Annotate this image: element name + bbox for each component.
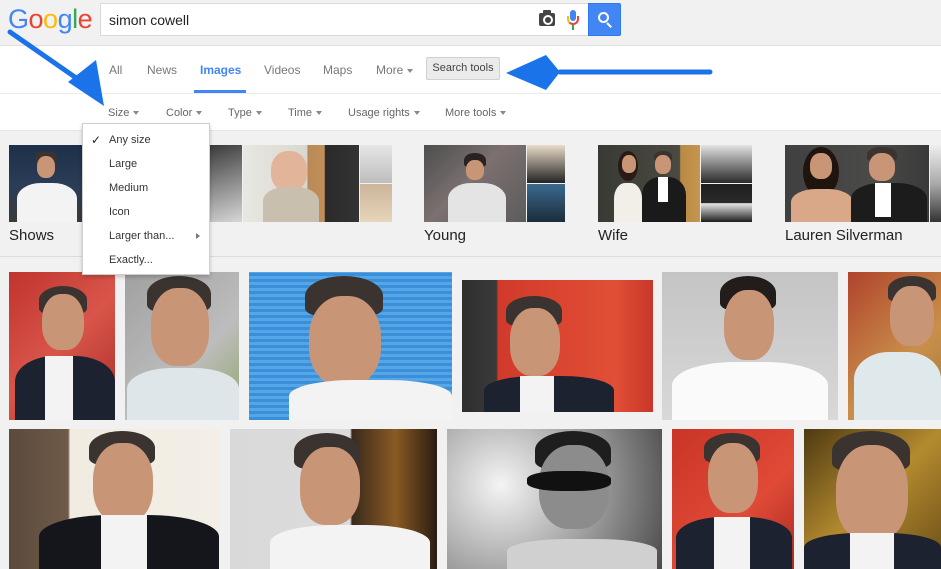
tab-images[interactable]: Images xyxy=(200,63,241,77)
size-option-large[interactable]: Large xyxy=(83,152,209,176)
related-thumbnail xyxy=(243,145,359,222)
mic-stem xyxy=(572,25,574,30)
size-option-larger-than[interactable]: Larger than... xyxy=(83,224,209,248)
tool-type-label: Type xyxy=(228,107,252,119)
camera-icon[interactable] xyxy=(539,10,555,26)
logo-letter: o xyxy=(28,4,44,34)
search-input[interactable] xyxy=(109,10,529,30)
tool-usage-rights[interactable]: Usage rights xyxy=(348,107,420,119)
related-card-lauren-silverman[interactable]: Lauren Silverman xyxy=(785,145,941,244)
chevron-down-icon xyxy=(500,111,507,116)
microphone-icon[interactable] xyxy=(567,10,579,32)
image-result[interactable] xyxy=(9,272,115,420)
related-thumbnail xyxy=(210,145,242,222)
search-icon-handle xyxy=(606,22,612,28)
image-result[interactable] xyxy=(249,272,452,420)
logo-letter: G xyxy=(8,4,29,34)
tool-size-label: Size xyxy=(108,107,130,119)
tool-type[interactable]: Type xyxy=(228,107,262,119)
size-option-any-size[interactable]: ✓ Any size xyxy=(83,128,209,152)
related-thumbnail xyxy=(9,145,83,222)
active-tab-indicator xyxy=(194,90,246,93)
size-option-medium[interactable]: Medium xyxy=(83,176,209,200)
related-thumbnails xyxy=(210,145,392,222)
image-result[interactable] xyxy=(848,272,941,420)
tool-color-label: Color xyxy=(166,107,193,119)
nav-tabs: All News Images Videos Maps More Search … xyxy=(0,46,941,94)
mic-capsule xyxy=(570,10,576,21)
related-thumbnails xyxy=(598,145,752,222)
image-result[interactable] xyxy=(672,429,794,569)
size-option-label: Any size xyxy=(109,134,151,146)
related-thumbnail xyxy=(527,145,565,183)
search-tools-button[interactable]: Search tools xyxy=(426,57,500,80)
logo-letter: g xyxy=(57,4,73,34)
checkmark-icon: ✓ xyxy=(91,133,102,147)
tab-all[interactable]: All xyxy=(109,63,122,77)
related-thumbnail xyxy=(785,145,929,222)
image-result[interactable] xyxy=(662,272,838,420)
size-option-label: Larger than... xyxy=(109,230,175,242)
image-result[interactable] xyxy=(9,429,220,569)
related-thumbnail xyxy=(701,184,752,222)
sunglasses xyxy=(527,471,611,491)
google-logo[interactable]: Google xyxy=(8,4,93,35)
chevron-down-icon xyxy=(196,111,203,116)
chevron-down-icon xyxy=(316,111,323,116)
tab-more[interactable]: More xyxy=(376,63,414,77)
search-button[interactable] xyxy=(588,3,621,36)
related-card-young[interactable]: Young xyxy=(424,145,565,244)
image-result[interactable] xyxy=(230,429,437,569)
image-result[interactable] xyxy=(804,429,941,569)
tool-more-tools-label: More tools xyxy=(445,107,497,119)
chevron-down-icon xyxy=(407,68,414,73)
related-thumbnail xyxy=(360,184,392,222)
related-label: Young xyxy=(424,227,466,244)
related-thumbnail xyxy=(930,145,941,222)
tab-maps[interactable]: Maps xyxy=(323,63,352,77)
tab-more-label: More xyxy=(376,63,404,77)
related-thumbnail xyxy=(360,145,392,183)
tool-more-tools[interactable]: More tools xyxy=(445,107,507,119)
chevron-down-icon xyxy=(413,111,420,116)
header: Google xyxy=(0,0,941,46)
related-card-wife[interactable]: Wife xyxy=(598,145,752,244)
related-thumbnails xyxy=(424,145,565,222)
image-result[interactable] xyxy=(125,272,239,420)
logo-letter: e xyxy=(77,4,93,34)
tab-videos[interactable]: Videos xyxy=(264,63,300,77)
image-results-grid xyxy=(0,258,941,569)
tool-time[interactable]: Time xyxy=(288,107,323,119)
image-result[interactable] xyxy=(462,280,653,412)
tool-size[interactable]: Size xyxy=(108,107,140,119)
tool-usage-rights-label: Usage rights xyxy=(348,107,410,119)
related-thumbnail xyxy=(527,184,565,222)
chevron-down-icon xyxy=(255,111,262,116)
size-option-icon[interactable]: Icon xyxy=(83,200,209,224)
submenu-arrow-icon xyxy=(196,233,200,239)
chevron-down-icon xyxy=(133,111,140,116)
related-label: Shows xyxy=(9,227,55,244)
tool-time-label: Time xyxy=(288,107,313,119)
related-thumbnail xyxy=(701,145,752,183)
size-dropdown-menu: ✓ Any size Large Medium Icon Larger than… xyxy=(82,123,210,275)
related-thumbnail xyxy=(424,145,526,222)
logo-letter: o xyxy=(43,4,58,34)
google-images-page: Google All News Images Videos Maps More … xyxy=(0,0,941,569)
tab-news[interactable]: News xyxy=(147,63,177,77)
size-option-exactly[interactable]: Exactly... xyxy=(83,248,209,272)
related-label: Lauren Silverman xyxy=(785,227,903,244)
search-box xyxy=(100,3,589,36)
related-label: Wife xyxy=(598,227,628,244)
related-thumbnail xyxy=(598,145,700,222)
tool-color[interactable]: Color xyxy=(166,107,203,119)
image-result[interactable] xyxy=(447,429,662,569)
related-card-baby[interactable] xyxy=(210,145,392,222)
related-thumbnails xyxy=(785,145,941,222)
